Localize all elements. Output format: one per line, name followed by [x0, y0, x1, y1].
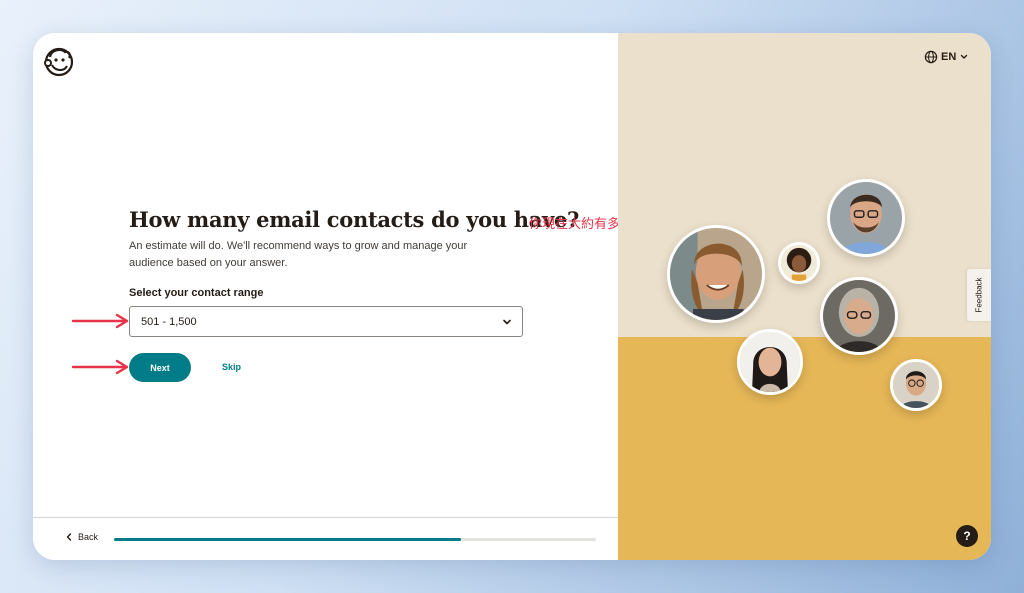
feedback-label: Feedback	[974, 277, 984, 313]
progress-fill	[114, 538, 462, 541]
language-selector[interactable]: EN	[924, 50, 969, 64]
avatar-portrait-man-long-hair	[667, 225, 765, 323]
contact-range-select[interactable]: 501 - 1,500	[129, 306, 523, 337]
avatar-portrait-woman-dark-hair	[737, 329, 803, 395]
back-button[interactable]: Back	[65, 532, 98, 542]
chevron-down-icon	[961, 54, 968, 59]
page-subtitle: An estimate will do. We'll recommend way…	[129, 240, 468, 269]
help-button[interactable]: ?	[956, 525, 978, 547]
contact-range-value: 501 - 1,500	[141, 316, 197, 328]
language-label: EN	[941, 51, 957, 63]
feedback-tab[interactable]: Feedback	[967, 269, 991, 321]
back-label: Back	[78, 532, 99, 542]
skip-link[interactable]: Skip	[222, 362, 241, 372]
footer-divider	[33, 517, 618, 518]
contact-range-label: Select your contact range	[129, 287, 264, 299]
next-button[interactable]: Next	[129, 353, 191, 382]
app-window: How many email contacts do you have? 你現在…	[33, 33, 991, 560]
page-title: How many email contacts do you have?	[129, 207, 580, 232]
illustration-panel: EN Feedback ?	[618, 33, 991, 560]
avatar-portrait-woman-grey-hair-glasses	[820, 277, 898, 355]
select-pointer-arrow-icon	[71, 313, 129, 329]
onboarding-progress-bar	[114, 538, 596, 541]
chevron-left-icon	[66, 533, 72, 541]
mailchimp-logo-icon[interactable]	[43, 45, 75, 77]
chevron-down-icon	[503, 319, 511, 325]
next-pointer-arrow-icon	[71, 359, 129, 375]
form-panel: How many email contacts do you have? 你現在…	[33, 33, 685, 560]
avatar-portrait-woman-curly-hair	[778, 242, 820, 284]
globe-icon	[924, 50, 938, 64]
avatar-portrait-man-glasses-blue-shirt	[827, 179, 905, 257]
avatar-portrait-man-round-glasses	[890, 359, 942, 411]
